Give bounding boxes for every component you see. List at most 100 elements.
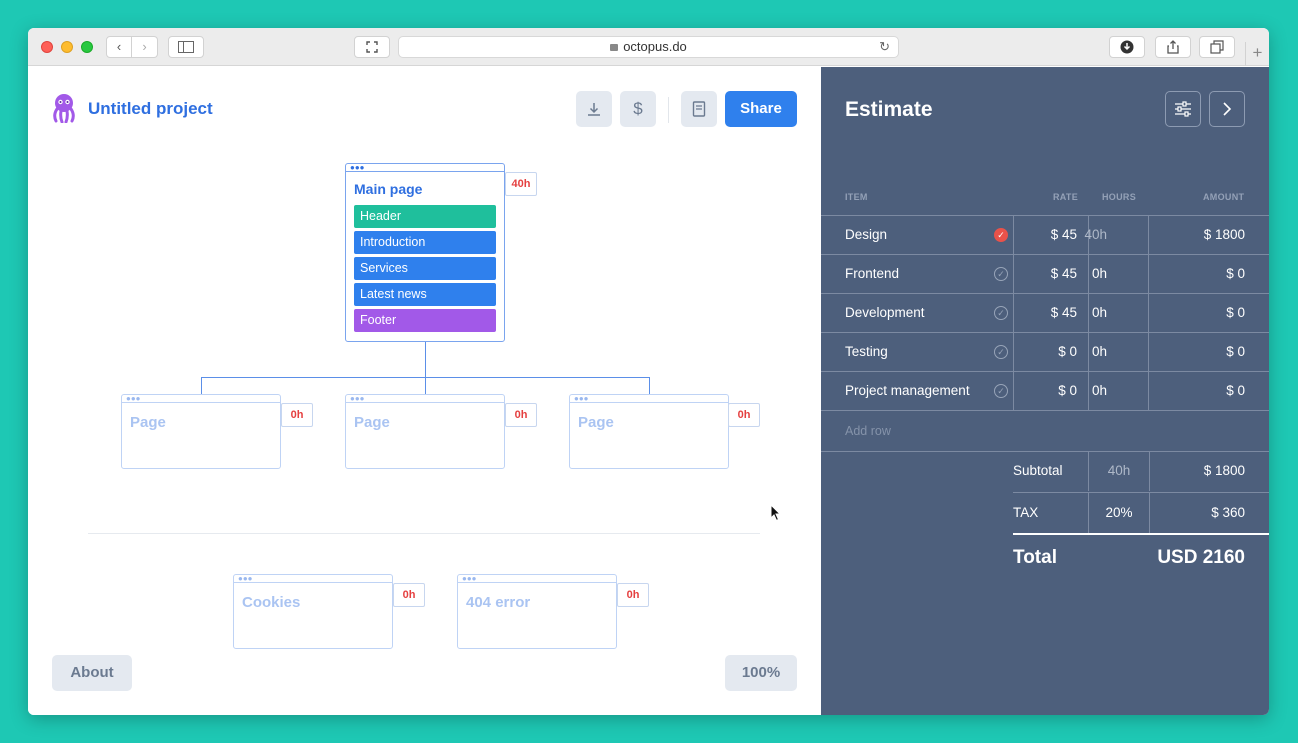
- hours-badge[interactable]: 0h: [505, 403, 537, 427]
- history-nav: ‹ ›: [106, 36, 158, 58]
- column-divider: [1013, 372, 1014, 410]
- estimate-row[interactable]: Development ✓ $ 45 0h $ 0: [821, 293, 1269, 332]
- more-dots-icon[interactable]: ●●●: [350, 164, 365, 172]
- more-dots-icon[interactable]: ●●●: [126, 395, 141, 403]
- page-title[interactable]: Cookies: [234, 583, 392, 611]
- page-title[interactable]: 404 error: [458, 583, 616, 611]
- sidebar-toggle-icon[interactable]: [168, 36, 204, 58]
- row-hours[interactable]: 0h: [1092, 294, 1107, 332]
- browser-toolbar: ‹ › octopus.do ↻ +: [28, 28, 1269, 66]
- check-icon[interactable]: ✓: [994, 384, 1008, 398]
- page-title[interactable]: Page: [122, 403, 280, 431]
- row-rate[interactable]: $ 45: [1051, 216, 1077, 254]
- estimate-row[interactable]: Testing ✓ $ 0 0h $ 0: [821, 332, 1269, 371]
- column-header-amount: AMOUNT: [1203, 192, 1245, 202]
- row-rate[interactable]: $ 0: [1058, 333, 1077, 371]
- row-hours[interactable]: 0h: [1092, 255, 1107, 293]
- download-icon[interactable]: [1109, 36, 1145, 58]
- share-sheet-icon[interactable]: [1155, 36, 1191, 58]
- page-title[interactable]: Main page: [346, 172, 504, 197]
- check-icon[interactable]: ✓: [994, 306, 1008, 320]
- section-block[interactable]: Introduction: [354, 231, 496, 254]
- tree-connector: [425, 341, 426, 377]
- new-tab-icon[interactable]: +: [1245, 42, 1269, 66]
- page-title[interactable]: Page: [346, 403, 504, 431]
- section-block[interactable]: Latest news: [354, 283, 496, 306]
- dollar-icon[interactable]: $: [620, 91, 656, 127]
- column-divider: [1013, 255, 1014, 293]
- column-divider: [1148, 294, 1149, 332]
- project-title[interactable]: Untitled project: [88, 99, 213, 119]
- row-amount: $ 0: [1226, 344, 1245, 359]
- extra-page-card[interactable]: ●●● 404 error: [457, 574, 617, 649]
- fullscreen-icon[interactable]: [354, 36, 390, 58]
- hours-badge[interactable]: 0h: [617, 583, 649, 607]
- estimate-row[interactable]: Design ✓ $ 45 40h $ 1800: [821, 215, 1269, 254]
- child-page-card[interactable]: ●●● Page: [121, 394, 281, 469]
- card-header-bar: ●●●: [346, 164, 504, 172]
- card-header-bar: ●●●: [458, 575, 616, 583]
- row-rate[interactable]: $ 45: [1051, 294, 1077, 332]
- column-header-hours: HOURS: [1102, 192, 1137, 202]
- address-bar[interactable]: octopus.do ↻: [398, 36, 899, 58]
- more-dots-icon[interactable]: ●●●: [462, 575, 477, 583]
- check-icon[interactable]: ✓: [994, 345, 1008, 359]
- tree-connector: [425, 377, 426, 394]
- section-block[interactable]: Services: [354, 257, 496, 280]
- about-button[interactable]: About: [52, 655, 132, 691]
- column-divider: [1149, 451, 1150, 491]
- child-page-card[interactable]: ●●● Page: [345, 394, 505, 469]
- estimate-row[interactable]: Project management ✓ $ 0 0h $ 0: [821, 371, 1269, 411]
- row-amount: $ 1800: [1203, 227, 1245, 242]
- book-icon[interactable]: [681, 91, 717, 127]
- share-button[interactable]: Share: [725, 91, 797, 127]
- reload-icon[interactable]: ↻: [879, 37, 890, 57]
- tax-row[interactable]: TAX 20% $ 360: [1013, 492, 1269, 533]
- maximize-window-button[interactable]: [81, 41, 93, 53]
- child-page-card[interactable]: ●●● Page: [569, 394, 729, 469]
- row-hours[interactable]: 0h: [1092, 372, 1107, 410]
- sitemap-canvas[interactable]: Untitled project $ Share ●●● Main page H…: [28, 67, 821, 715]
- row-item[interactable]: Project management: [845, 372, 970, 410]
- total-label: Total: [1013, 547, 1057, 568]
- chevron-right-icon[interactable]: ›: [132, 36, 158, 58]
- download-icon[interactable]: [576, 91, 612, 127]
- hours-badge[interactable]: 0h: [281, 403, 313, 427]
- row-item[interactable]: Testing: [845, 333, 888, 371]
- url-text: octopus.do: [623, 39, 687, 54]
- subtotal-label: Subtotal: [1013, 463, 1063, 478]
- more-dots-icon[interactable]: ●●●: [238, 575, 253, 583]
- hours-badge[interactable]: 40h: [505, 172, 537, 196]
- estimate-row[interactable]: Frontend ✓ $ 45 0h $ 0: [821, 254, 1269, 293]
- row-item[interactable]: Design: [845, 216, 887, 254]
- minimize-window-button[interactable]: [61, 41, 73, 53]
- chevron-right-icon[interactable]: [1209, 91, 1245, 127]
- octopus-logo-icon: [53, 94, 75, 123]
- zoom-button[interactable]: 100%: [725, 655, 797, 691]
- add-row-button[interactable]: Add row: [845, 424, 891, 438]
- tax-label: TAX: [1013, 505, 1039, 520]
- check-icon[interactable]: ✓: [994, 267, 1008, 281]
- main-page-card[interactable]: ●●● Main page Header Introduction Servic…: [345, 163, 505, 342]
- extra-page-card[interactable]: ●●● Cookies: [233, 574, 393, 649]
- section-block[interactable]: Header: [354, 205, 496, 228]
- chevron-left-icon[interactable]: ‹: [106, 36, 132, 58]
- settings-sliders-icon[interactable]: [1165, 91, 1201, 127]
- row-item[interactable]: Frontend: [845, 255, 899, 293]
- subtotal-hours: 40h: [1107, 463, 1131, 478]
- more-dots-icon[interactable]: ●●●: [350, 395, 365, 403]
- check-icon[interactable]: ✓: [994, 228, 1008, 242]
- row-hours[interactable]: 0h: [1092, 333, 1107, 371]
- row-rate[interactable]: $ 0: [1058, 372, 1077, 410]
- close-window-button[interactable]: [41, 41, 53, 53]
- section-block[interactable]: Footer: [354, 309, 496, 332]
- tax-rate[interactable]: 20%: [1089, 493, 1149, 533]
- row-item[interactable]: Development: [845, 294, 925, 332]
- more-dots-icon[interactable]: ●●●: [574, 395, 589, 403]
- row-hours[interactable]: 40h: [1084, 216, 1107, 254]
- row-rate[interactable]: $ 45: [1051, 255, 1077, 293]
- page-title[interactable]: Page: [570, 403, 728, 431]
- tabs-overview-icon[interactable]: [1199, 36, 1235, 58]
- hours-badge[interactable]: 0h: [393, 583, 425, 607]
- hours-badge[interactable]: 0h: [728, 403, 760, 427]
